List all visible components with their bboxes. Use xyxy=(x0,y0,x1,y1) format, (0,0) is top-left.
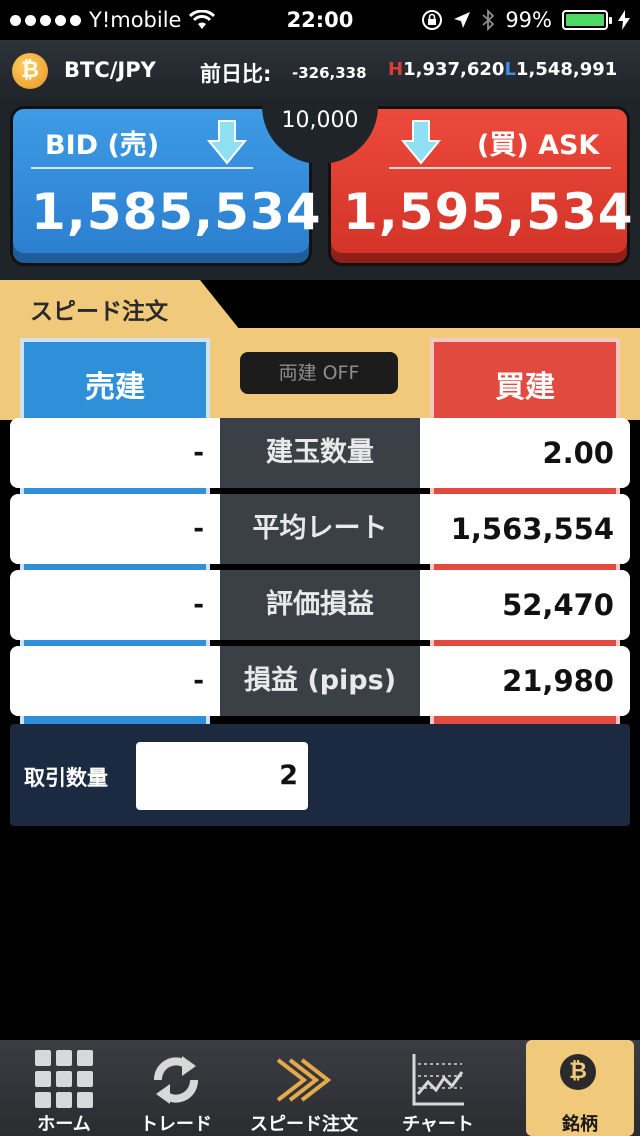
quantity-label: 取引数量 xyxy=(24,766,108,790)
sell-button-label: 売建 xyxy=(85,370,145,405)
hedge-toggle[interactable]: 両建 OFF xyxy=(240,352,398,394)
bid-divider xyxy=(31,167,253,169)
ask-divider xyxy=(389,167,611,169)
change-value: -326,338 xyxy=(292,64,367,82)
tab-bar: スピード注文 xyxy=(0,280,640,330)
quantity-panel: 取引数量 2 xyxy=(10,724,630,826)
buy-button-label: 買建 xyxy=(495,370,555,405)
sell-value: - xyxy=(10,494,220,564)
buy-value: 21,980 xyxy=(420,646,630,716)
row-label: 損益 (pips) xyxy=(220,646,420,716)
market-header: ₿ BTC/JPY 前日比: -326,338 H1,937,620L1,548… xyxy=(0,40,640,102)
speed-arrows-icon xyxy=(276,1058,332,1102)
sell-value: - xyxy=(10,646,220,716)
high-marker: H xyxy=(388,59,404,80)
arrow-down-icon xyxy=(401,120,441,165)
chart-icon xyxy=(412,1054,464,1106)
tab-speed-order-label: スピード注文 xyxy=(30,299,168,325)
buy-value: 2.00 xyxy=(420,418,630,488)
high-value: 1,937,620 xyxy=(403,59,505,80)
bottom-nav: ホーム トレード スピード注文 チャート ₿ 銘柄 xyxy=(0,1040,640,1136)
sell-value: - xyxy=(10,418,220,488)
location-arrow-icon xyxy=(454,12,471,28)
grid-home-icon xyxy=(35,1050,93,1108)
nav-item-symbols[interactable]: ₿ 銘柄 xyxy=(526,1040,634,1136)
row-label: 評価損益 xyxy=(220,570,420,640)
bitcoin-coin-icon: ₿ xyxy=(560,1054,596,1090)
buy-value: 1,563,554 xyxy=(420,494,630,564)
nav-label: 銘柄 xyxy=(562,1114,598,1135)
price-panel: BID (売) 1,585,534 (買) ASK 1,595,534 10,0… xyxy=(0,102,640,280)
currency-pair[interactable]: BTC/JPY xyxy=(64,58,156,82)
nav-item-trade[interactable]: トレード xyxy=(112,1040,240,1136)
bid-price: 1,585,534 xyxy=(31,183,322,241)
nav-label: トレード xyxy=(140,1114,212,1135)
orientation-lock-icon xyxy=(422,10,443,30)
nav-label: スピード注文 xyxy=(250,1114,358,1135)
low-marker: L xyxy=(504,59,516,80)
refresh-trade-icon xyxy=(154,1056,198,1104)
table-row: - 損益 (pips) 21,980 xyxy=(10,646,630,716)
nav-label: ホーム xyxy=(37,1114,91,1135)
status-right: 99% xyxy=(421,8,630,32)
bluetooth-icon xyxy=(482,9,495,31)
row-label: 建玉数量 xyxy=(220,418,420,488)
ask-label: (買) ASK xyxy=(477,130,600,161)
sell-value: - xyxy=(10,570,220,640)
nav-label: チャート xyxy=(402,1114,474,1135)
quantity-input[interactable]: 2 xyxy=(136,742,308,810)
nav-item-chart[interactable]: チャート xyxy=(374,1040,502,1136)
nav-item-speed-order[interactable]: スピード注文 xyxy=(240,1040,368,1136)
buy-value: 52,470 xyxy=(420,570,630,640)
bid-label: BID (売) xyxy=(45,130,160,161)
charging-bolt-icon xyxy=(618,10,630,30)
battery-icon xyxy=(562,10,612,30)
spread-value: 10,000 xyxy=(281,108,359,133)
nav-item-home[interactable]: ホーム xyxy=(0,1040,128,1136)
bitcoin-icon: ₿ xyxy=(12,53,48,89)
tab-speed-order[interactable]: スピード注文 xyxy=(0,280,240,330)
table-row: - 評価損益 52,470 xyxy=(10,570,630,640)
table-row: - 建玉数量 2.00 xyxy=(10,418,630,488)
low-value: 1,548,991 xyxy=(515,59,618,80)
ask-price: 1,595,534 xyxy=(343,183,634,241)
high-low: H1,937,620L1,548,991 xyxy=(388,59,617,80)
status-bar: Y!mobile 22:00 99% xyxy=(0,0,640,40)
arrow-down-icon xyxy=(207,120,247,165)
row-label: 平均レート xyxy=(220,494,420,564)
table-row: - 平均レート 1,563,554 xyxy=(10,494,630,564)
change-label: 前日比: xyxy=(200,62,272,86)
battery-percent: 99% xyxy=(505,8,552,32)
